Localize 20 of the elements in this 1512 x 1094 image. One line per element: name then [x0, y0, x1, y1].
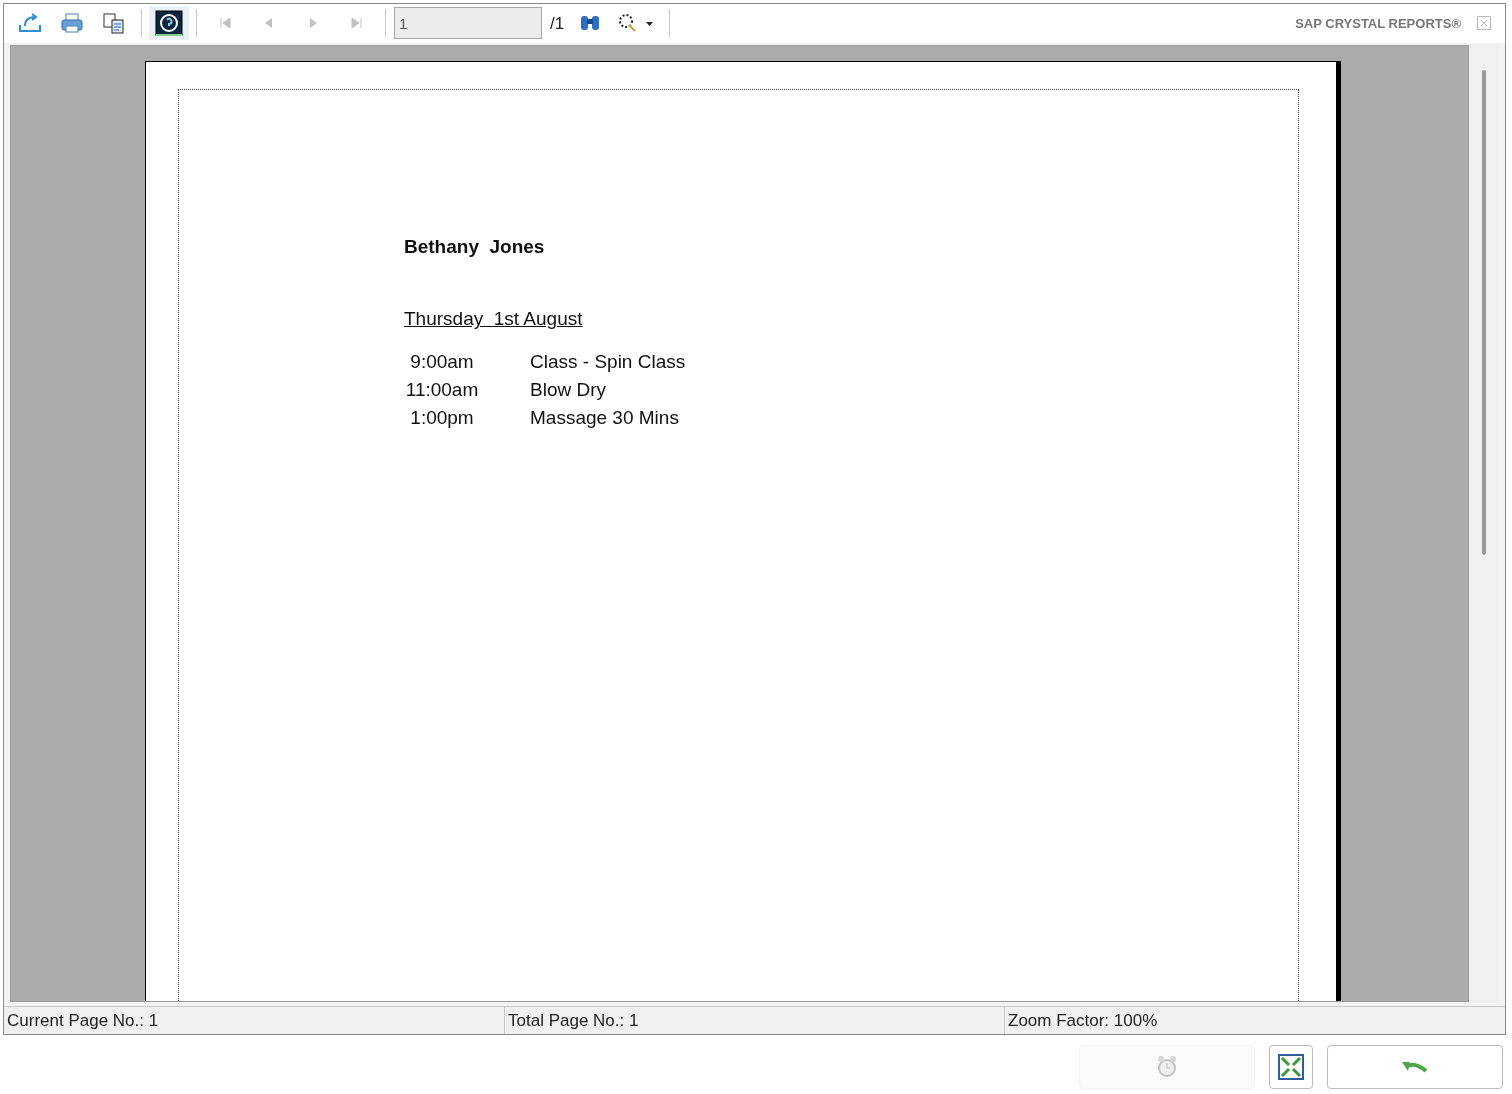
brand-label: SAP CRYSTAL REPORTS®: [1295, 14, 1461, 33]
report-date: Thursday 1st August: [404, 307, 583, 332]
alarm-clock-icon: [1155, 1054, 1179, 1080]
undo-button[interactable]: [1327, 1045, 1503, 1089]
fit-window-button[interactable]: [1269, 1045, 1313, 1089]
status-text: Zoom Factor: 100%: [1008, 1009, 1158, 1032]
appointment-name: Blow Dry: [530, 377, 607, 402]
appointment-time: 9:00am: [409, 349, 475, 374]
appointment-name: Class - Spin Class: [530, 349, 686, 374]
appointment-name: Massage 30 Mins: [530, 405, 680, 430]
fit-window-icon: [1278, 1054, 1304, 1080]
status-text: Total Page No.: 1: [508, 1009, 639, 1032]
page-total: /1: [550, 12, 565, 35]
undo-icon: [1402, 1061, 1428, 1073]
page-number-field[interactable]: 1: [394, 7, 542, 40]
appointment-time: 11:00am: [404, 377, 480, 402]
close-icon[interactable]: [1477, 16, 1491, 31]
report-title: Bethany Jones: [404, 234, 546, 259]
status-text: Current Page No.: 1: [7, 1009, 159, 1032]
appointment-time: 1:00pm: [409, 405, 475, 430]
